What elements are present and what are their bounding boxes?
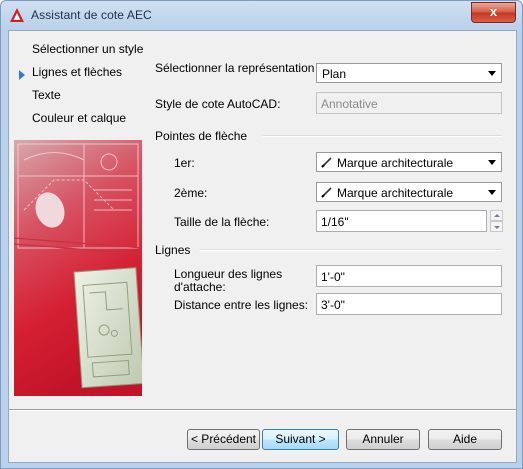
next-button[interactable]: Suivant > bbox=[262, 429, 339, 450]
second-arrow-select[interactable]: Marque architecturale bbox=[316, 182, 502, 202]
step-select-style[interactable]: Sélectionner un style bbox=[32, 42, 143, 56]
line-spacing-value: 3'-0" bbox=[321, 298, 345, 312]
dialog-body: Sélectionner un style Lignes et flèches … bbox=[8, 30, 517, 463]
display-representation-select[interactable]: Plan bbox=[316, 63, 502, 83]
spinner-up-icon[interactable] bbox=[490, 210, 503, 221]
back-button[interactable]: < Précédent bbox=[187, 429, 260, 450]
second-arrow-value: Marque architecturale bbox=[337, 186, 454, 200]
extension-length-input[interactable]: 1'-0" bbox=[316, 265, 502, 287]
arrowheads-group-title: Pointes de flèche bbox=[155, 129, 248, 143]
autocad-style-label: Style de cote AutoCAD: bbox=[155, 97, 281, 111]
cancel-button[interactable]: Annuler bbox=[346, 429, 420, 450]
step-color-layer[interactable]: Couleur et calque bbox=[32, 111, 126, 125]
extension-length-value: 1'-0" bbox=[321, 270, 345, 284]
dialog-window: Assistant de cote AEC x Sélectionner un … bbox=[0, 0, 523, 469]
arrow-size-spinner[interactable] bbox=[490, 210, 503, 232]
spinner-down-icon[interactable] bbox=[490, 221, 503, 232]
window-title: Assistant de cote AEC bbox=[31, 8, 152, 22]
arrow-size-value: 1/16" bbox=[321, 215, 349, 229]
chevron-down-icon bbox=[488, 71, 496, 76]
lines-group-title: Lignes bbox=[155, 243, 191, 257]
autocad-style-value: Annotative bbox=[321, 97, 378, 111]
chevron-down-icon bbox=[488, 160, 496, 165]
line-spacing-input[interactable]: 3'-0" bbox=[316, 293, 502, 315]
chevron-down-icon bbox=[488, 190, 496, 195]
autocad-style-field: Annotative bbox=[316, 92, 502, 114]
current-step-icon bbox=[19, 70, 25, 80]
arrowheads-divider bbox=[263, 135, 502, 137]
step-lines-arrows[interactable]: Lignes et flèches bbox=[32, 65, 122, 79]
second-arrow-label: 2ème: bbox=[174, 186, 208, 200]
pencil-icon bbox=[321, 157, 332, 168]
footer-divider bbox=[9, 409, 516, 411]
arrow-size-label: Taille de la flèche: bbox=[174, 215, 270, 229]
title-bar[interactable]: Assistant de cote AEC x bbox=[1, 1, 522, 29]
first-arrow-label: 1er: bbox=[174, 156, 195, 170]
display-representation-value: Plan bbox=[322, 67, 347, 81]
step-text[interactable]: Texte bbox=[32, 88, 61, 102]
arrow-size-input[interactable]: 1/16" bbox=[316, 210, 487, 232]
first-arrow-value: Marque architecturale bbox=[337, 156, 454, 170]
lines-divider bbox=[199, 249, 502, 251]
line-spacing-label: Distance entre les lignes: bbox=[174, 298, 309, 312]
pencil-icon bbox=[321, 187, 332, 198]
help-button[interactable]: Aide bbox=[428, 429, 502, 450]
extension-length-label: Longueur des lignes d'attache: bbox=[174, 267, 283, 294]
close-button[interactable]: x bbox=[471, 2, 516, 23]
first-arrow-select[interactable]: Marque architecturale bbox=[316, 152, 502, 172]
close-icon: x bbox=[489, 4, 498, 19]
wizard-illustration bbox=[14, 140, 142, 396]
autocad-logo-icon bbox=[10, 8, 24, 22]
